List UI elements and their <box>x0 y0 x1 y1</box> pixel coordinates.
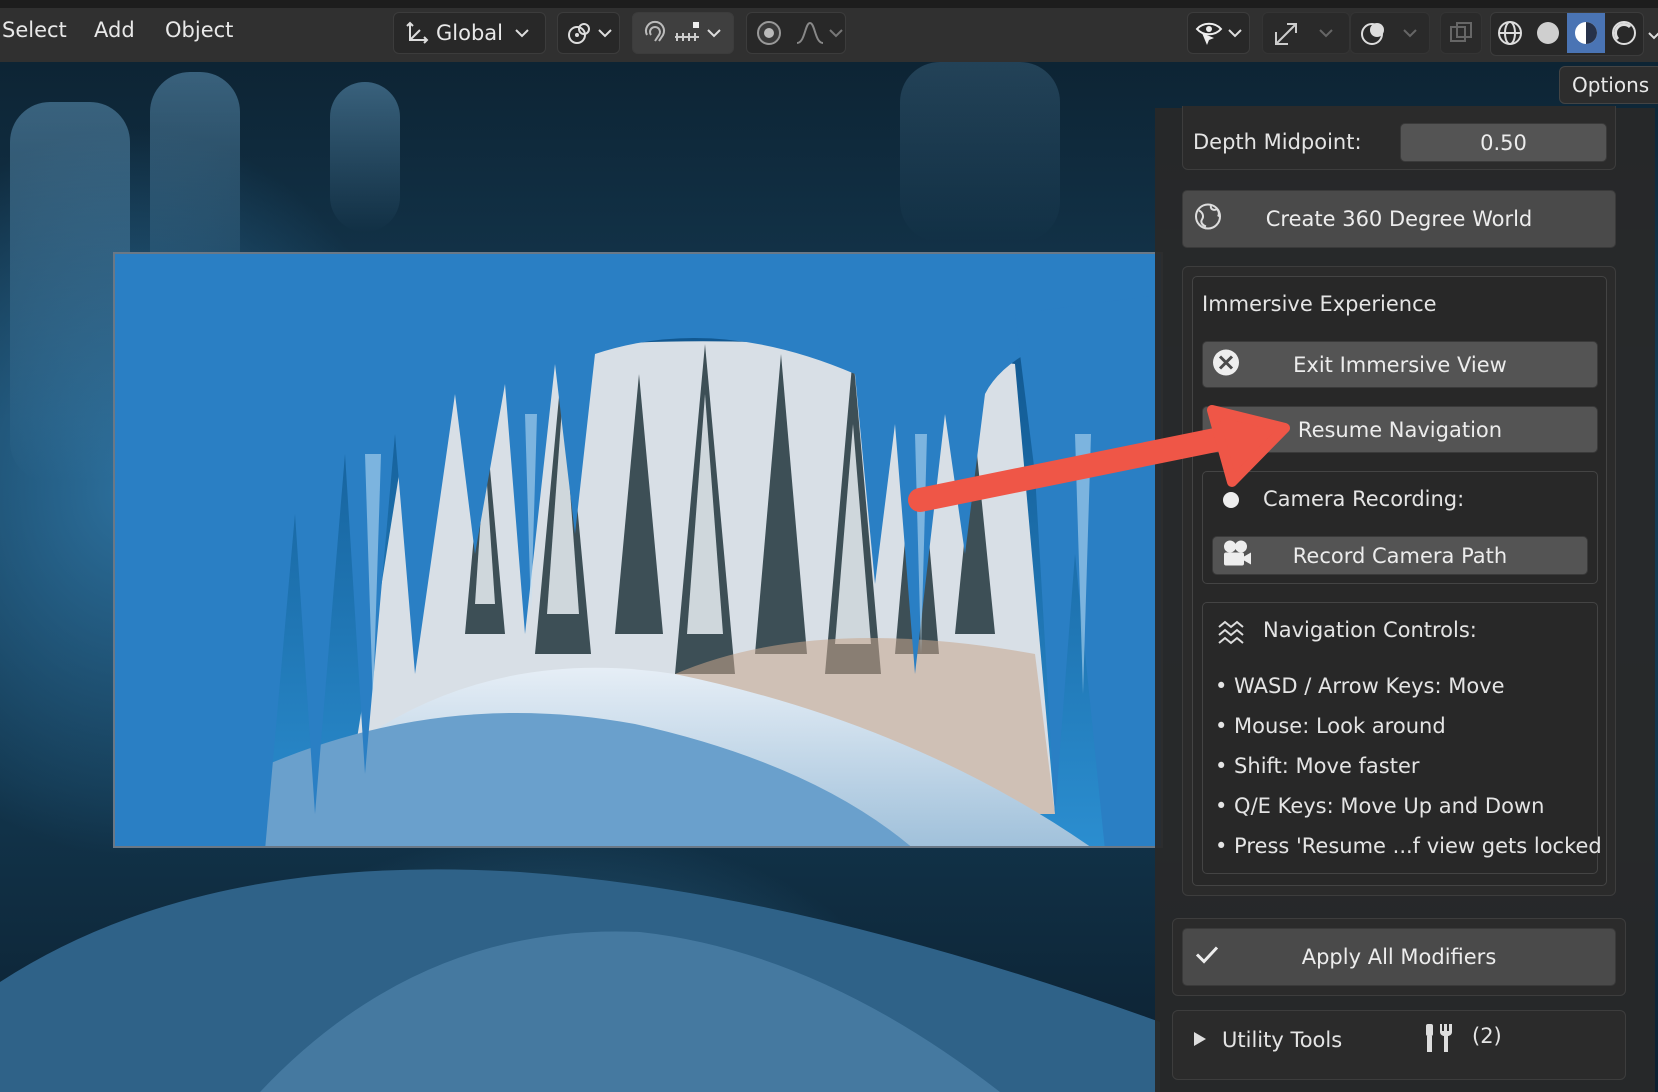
rendered-icon[interactable] <box>1605 13 1643 53</box>
chevron-down-icon <box>1403 28 1417 38</box>
snap-toggle[interactable] <box>632 12 734 54</box>
navigation-controls-title: Navigation Controls: <box>1263 618 1477 642</box>
movie-camera-icon <box>1221 538 1253 573</box>
pivot-point-icon <box>566 19 594 47</box>
chevron-down-icon[interactable] <box>1648 26 1658 45</box>
pivot-point-dropdown[interactable] <box>557 12 620 54</box>
xray-toggle[interactable] <box>1440 12 1482 54</box>
resume-navigation-label: Resume Navigation <box>1297 417 1503 442</box>
ice-cave-scene <box>115 254 1161 846</box>
menu-select[interactable]: Select <box>0 18 69 42</box>
wireframe-icon[interactable] <box>1491 13 1529 53</box>
record-dot-icon <box>1221 490 1241 514</box>
options-button[interactable]: Options <box>1559 66 1658 104</box>
snap-magnet-icon <box>641 19 669 47</box>
ice-streak <box>900 62 1060 242</box>
overlay-toggle[interactable] <box>1350 12 1430 54</box>
utility-tools-count: (2) <box>1472 1024 1502 1048</box>
globe-icon <box>1193 202 1223 237</box>
viewport-header: Select Add Object Global <box>0 0 1658 62</box>
exit-immersive-view-label: Exit Immersive View <box>1293 352 1507 377</box>
solid-icon[interactable] <box>1529 13 1567 53</box>
snap-increment-icon[interactable] <box>673 19 703 47</box>
record-camera-path-label: Record Camera Path <box>1292 543 1508 568</box>
orientation-dropdown[interactable]: Global <box>393 12 546 54</box>
depth-midpoint-field[interactable]: 0.50 <box>1400 123 1607 162</box>
utility-tools-label: Utility Tools <box>1222 1028 1343 1052</box>
overlay-circles-icon <box>1359 18 1389 48</box>
camera-recording-label: Camera Recording: <box>1263 487 1465 511</box>
depth-midpoint-label: Depth Midpoint: <box>1193 130 1362 154</box>
nav-control-item: • Mouse: Look around <box>1215 714 1446 738</box>
immersive-experience-title: Immersive Experience <box>1202 292 1437 316</box>
menu-add[interactable]: Add <box>92 18 137 42</box>
falloff-curve-icon[interactable] <box>795 19 825 47</box>
exit-immersive-view-button[interactable]: Exit Immersive View <box>1202 341 1598 388</box>
tools-icon <box>1422 1022 1454 1058</box>
chevron-down-icon <box>1228 28 1242 38</box>
create-360-world-label: Create 360 Degree World <box>1265 207 1533 231</box>
transform-axes-icon <box>404 20 430 46</box>
chevron-down-icon <box>515 28 529 38</box>
waves-icon <box>1216 617 1246 651</box>
visibility-dropdown[interactable] <box>1187 12 1250 54</box>
gizmo-arrow-icon <box>1271 18 1301 48</box>
nav-control-item: • Shift: Move faster <box>1215 754 1420 778</box>
navigation-icon <box>1211 414 1237 445</box>
ice-cave-image-plane <box>113 252 1163 848</box>
shading-mode-group <box>1490 12 1644 56</box>
create-360-world-button[interactable]: Create 360 Degree World <box>1182 190 1616 248</box>
chevron-down-icon <box>829 28 843 38</box>
eye-cursor-icon <box>1194 18 1224 48</box>
chevron-down-icon <box>1319 28 1333 38</box>
menu-object[interactable]: Object <box>163 18 235 42</box>
apply-all-modifiers-label: Apply All Modifiers <box>1301 945 1497 969</box>
material-preview-icon[interactable] <box>1567 13 1605 53</box>
nav-control-item: • Press 'Resume ...f view gets locked <box>1215 834 1602 858</box>
resume-navigation-button[interactable]: Resume Navigation <box>1202 406 1598 453</box>
ice-streak <box>330 82 400 232</box>
proportional-edit-icon <box>755 19 783 47</box>
ice-streak <box>10 102 130 482</box>
chevron-down-icon <box>598 28 612 38</box>
close-circle-icon <box>1211 347 1241 382</box>
gizmo-toggle[interactable] <box>1262 12 1350 54</box>
record-camera-path-button[interactable]: Record Camera Path <box>1212 536 1588 575</box>
proportional-edit-toggle[interactable] <box>746 12 846 54</box>
nav-control-item: • WASD / Arrow Keys: Move <box>1215 674 1505 698</box>
triangle-right-icon[interactable] <box>1193 1031 1207 1051</box>
checkmark-icon <box>1195 945 1219 970</box>
apply-all-modifiers-button[interactable]: Apply All Modifiers <box>1182 928 1616 986</box>
orientation-value: Global <box>436 21 503 45</box>
xray-icon <box>1447 19 1475 47</box>
nav-control-item: • Q/E Keys: Move Up and Down <box>1215 794 1545 818</box>
snow-foreground <box>0 869 1160 1092</box>
chevron-down-icon <box>707 28 721 38</box>
